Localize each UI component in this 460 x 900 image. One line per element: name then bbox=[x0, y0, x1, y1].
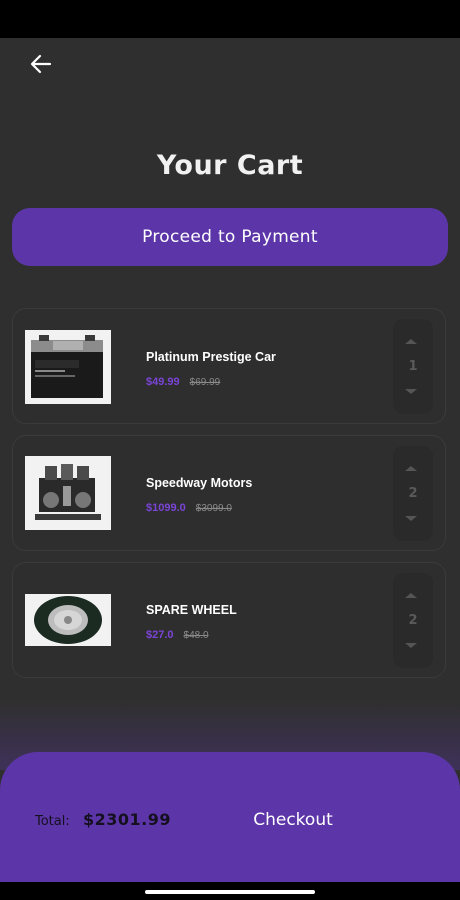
item-name: Speedway Motors bbox=[146, 476, 253, 490]
item-price: $49.99 bbox=[146, 376, 180, 388]
chevron-up-icon[interactable] bbox=[405, 339, 417, 344]
item-prices: $49.99 $69.99 bbox=[146, 372, 220, 390]
item-price: $27.0 bbox=[146, 629, 174, 641]
wheel-image bbox=[25, 594, 111, 646]
home-indicator[interactable] bbox=[145, 890, 315, 894]
chevron-down-icon[interactable] bbox=[405, 389, 417, 394]
total-value: $2301.99 bbox=[83, 810, 172, 829]
item-prices: $1099.0 $3099.0 bbox=[146, 498, 232, 516]
cart-item[interactable]: Platinum Prestige Car $49.99 $69.99 1 bbox=[12, 308, 446, 424]
quantity-stepper[interactable]: 1 bbox=[393, 319, 433, 414]
item-name: SPARE WHEEL bbox=[146, 603, 237, 617]
chevron-down-icon[interactable] bbox=[405, 643, 417, 648]
total-label: Total: bbox=[35, 814, 70, 829]
arrow-left-icon bbox=[30, 54, 52, 74]
item-old-price: $48.0 bbox=[183, 630, 209, 641]
item-old-price: $69.99 bbox=[189, 377, 221, 388]
chevron-up-icon[interactable] bbox=[405, 593, 417, 598]
chevron-down-icon[interactable] bbox=[405, 516, 417, 521]
quantity-value: 2 bbox=[408, 486, 418, 501]
item-prices: $27.0 $48.0 bbox=[146, 625, 209, 643]
quantity-stepper[interactable]: 2 bbox=[393, 446, 433, 541]
item-name: Platinum Prestige Car bbox=[146, 350, 276, 364]
cart-item[interactable]: Speedway Motors $1099.0 $3099.0 2 bbox=[12, 435, 446, 551]
quantity-stepper[interactable]: 2 bbox=[393, 573, 433, 668]
quantity-value: 2 bbox=[408, 613, 418, 628]
engine-image bbox=[25, 456, 111, 530]
item-price: $1099.0 bbox=[146, 502, 186, 514]
proceed-to-payment-button[interactable]: Proceed to Payment bbox=[12, 208, 448, 266]
quantity-value: 1 bbox=[408, 359, 418, 374]
checkout-button[interactable]: Checkout bbox=[238, 806, 348, 834]
checkout-panel: Total: $2301.99 Checkout bbox=[0, 752, 460, 884]
item-old-price: $3099.0 bbox=[195, 503, 232, 514]
page-title: Your Cart bbox=[156, 150, 304, 181]
car-battery-image bbox=[25, 330, 111, 404]
chevron-up-icon[interactable] bbox=[405, 466, 417, 471]
cart-item[interactable]: SPARE WHEEL $27.0 $48.0 2 bbox=[12, 562, 446, 678]
status-bar bbox=[0, 0, 460, 38]
navigation-bar bbox=[0, 882, 460, 900]
back-button[interactable] bbox=[26, 50, 56, 78]
